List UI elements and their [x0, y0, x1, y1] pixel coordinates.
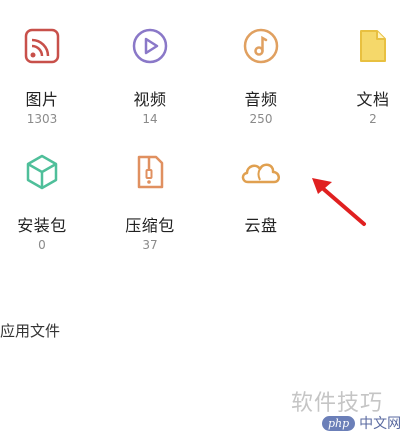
zip-archive-icon	[130, 152, 170, 196]
category-label: 图片	[25, 90, 59, 109]
cloud-icon	[238, 152, 284, 196]
image-icon	[22, 26, 62, 70]
category-count: 0	[38, 238, 46, 252]
watermark-site-name: 中文网	[359, 416, 402, 432]
category-count: 250	[249, 112, 273, 126]
package-cube-icon	[22, 152, 62, 196]
category-video[interactable]: 视频 14	[105, 26, 195, 146]
category-audio[interactable]: 音频 250	[216, 26, 306, 146]
category-photos[interactable]: 图片 1303	[0, 26, 87, 146]
category-label: 文档	[356, 90, 390, 109]
category-label: 云盘	[244, 216, 278, 235]
category-label: 压缩包	[125, 216, 175, 235]
category-label: 安装包	[17, 216, 67, 235]
section-app-files[interactable]: 应用文件	[0, 320, 60, 341]
category-count: 1303	[26, 112, 58, 126]
video-play-icon	[130, 26, 170, 70]
watermark-badge: php 中文网	[322, 413, 401, 433]
category-label: 音频	[244, 90, 278, 109]
category-count: 14	[142, 112, 158, 126]
category-count: 2	[369, 112, 377, 126]
annotation-arrow-icon	[312, 178, 366, 226]
music-note-icon	[241, 26, 281, 70]
category-label: 视频	[133, 90, 167, 109]
category-installers[interactable]: 安装包 0	[0, 152, 87, 272]
category-documents[interactable]: 文档 2	[328, 26, 411, 146]
watermark-php-logo: php	[322, 415, 356, 431]
document-icon	[353, 26, 393, 70]
category-count: 37	[142, 238, 158, 252]
category-archives[interactable]: 压缩包 37	[105, 152, 195, 272]
category-cloud-drive[interactable]: 云盘	[216, 152, 306, 272]
